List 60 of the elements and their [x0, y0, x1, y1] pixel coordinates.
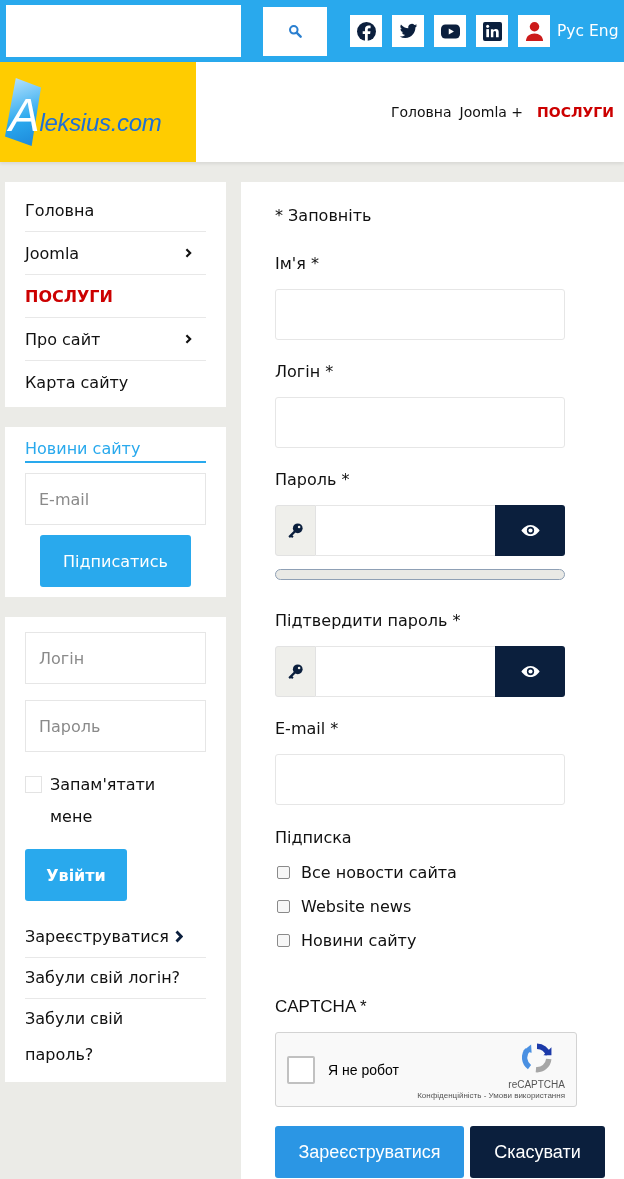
captcha-terms: Конфіденційність - Умови використання — [417, 1091, 565, 1101]
account-link[interactable]: Зареєструватися — [25, 919, 183, 955]
login-field[interactable]: Логін — [25, 632, 206, 684]
facebook-button[interactable] — [350, 15, 382, 47]
password-field[interactable] — [316, 505, 495, 556]
nav-link[interactable]: Joomla + — [459, 104, 524, 120]
remember-label: Запам'ятати мене — [50, 774, 157, 828]
facebook-icon — [356, 21, 376, 41]
key-icon — [288, 523, 303, 538]
nav-link[interactable]: Головна — [390, 104, 452, 120]
subscription-checkbox[interactable] — [277, 865, 290, 879]
field-label: CAPTCHA * — [275, 996, 368, 1018]
search-field[interactable] — [6, 5, 241, 57]
captcha-label: Я не робот — [328, 1061, 399, 1078]
twitter-button[interactable] — [392, 15, 424, 47]
input-field[interactable] — [275, 289, 565, 340]
checkbox-label: Новини сайту — [301, 930, 417, 950]
show-password-button[interactable] — [495, 505, 565, 556]
input-field[interactable] — [275, 397, 565, 448]
search-button[interactable] — [263, 6, 327, 56]
account-link[interactable]: Забули свій логін? — [25, 960, 181, 996]
remember-checkbox[interactable] — [25, 776, 42, 793]
input-field[interactable] — [275, 754, 565, 805]
eye-icon — [520, 665, 540, 678]
password-field[interactable]: Пароль — [25, 700, 206, 752]
password-field[interactable] — [316, 646, 495, 697]
youtube-button[interactable] — [434, 15, 466, 47]
linkedin-button[interactable] — [476, 15, 508, 47]
user-icon — [524, 21, 544, 41]
captcha-brand: reCAPTCHA — [508, 1079, 565, 1091]
menu-item[interactable]: ПОСЛУГИ — [25, 275, 206, 318]
key-icon — [288, 664, 303, 679]
email-field[interactable]: E-mail — [25, 473, 206, 525]
menu-item[interactable]: Карта сайту — [25, 361, 206, 404]
required-note: * Заповніть — [275, 205, 373, 227]
section-heading: Новини сайту — [25, 437, 206, 463]
nav-link[interactable]: ПОСЛУГИ — [537, 104, 614, 120]
menu-item[interactable]: Joomla — [25, 232, 206, 275]
field-label: Підписка — [275, 827, 353, 849]
search-icon — [288, 24, 302, 38]
field-label: Пароль * — [275, 469, 351, 491]
twitter-icon — [398, 21, 418, 41]
show-password-button[interactable] — [495, 646, 565, 697]
checkbox-label: Все новости сайта — [301, 862, 457, 882]
field-label: E-mail * — [275, 718, 340, 740]
user-account-button[interactable] — [518, 15, 550, 47]
circular-arrows-icon — [522, 1043, 552, 1073]
field-label: Логін * — [275, 361, 335, 383]
field-label: Підтвердити пароль * — [275, 610, 462, 632]
account-link[interactable]: Забули свій пароль? — [25, 1001, 190, 1073]
cancel-button[interactable]: Скасувати — [470, 1126, 605, 1178]
menu-item[interactable]: Про сайт — [25, 318, 206, 361]
checkbox-label: Website news — [301, 896, 412, 916]
field-label: Ім'я * — [275, 253, 320, 275]
eye-icon — [520, 524, 540, 537]
subscription-checkbox[interactable] — [277, 933, 290, 947]
menu-item[interactable]: Головна — [25, 189, 206, 232]
subscription-checkbox[interactable] — [277, 899, 290, 913]
captcha-checkbox[interactable] — [287, 1055, 315, 1084]
linkedin-icon — [482, 21, 502, 41]
